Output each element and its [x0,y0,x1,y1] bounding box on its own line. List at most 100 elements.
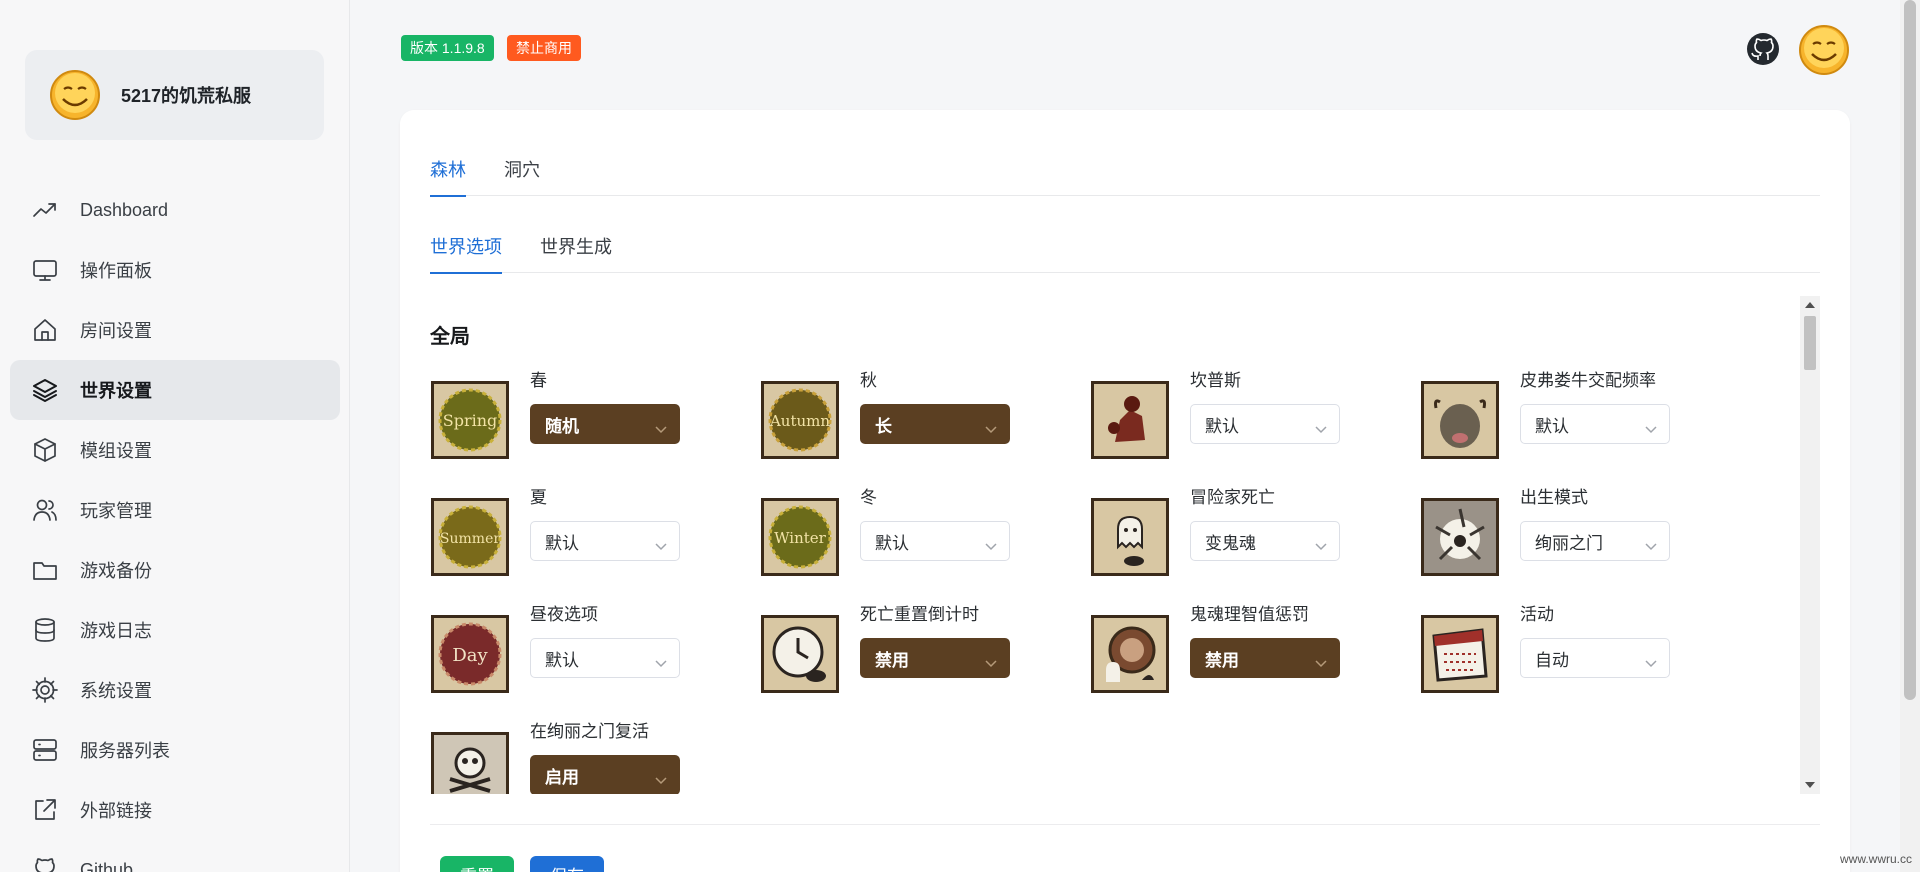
setting-ghost-sanity-penalty: 鬼魂理智值惩罚 禁用 [1090,600,1410,700]
setting-select[interactable]: 绚丽之门 [1520,521,1670,561]
svg-text:Winter: Winter [774,529,827,547]
setting-label: 活动 [1520,605,1554,624]
chevron-down-icon [655,653,667,668]
scroll-up-icon[interactable] [1805,302,1815,308]
setting-day-night: Day 昼夜选项 默认 [430,600,750,700]
scroll-down-icon[interactable] [1805,782,1815,788]
setting-label: 夏 [530,488,547,507]
page-scrollbar[interactable] [1900,0,1920,872]
tab-forest[interactable]: 森林 [430,148,466,197]
sidebar-item-mod-settings[interactable]: 模组设置 [10,420,340,480]
section-title: 全局 [430,326,470,348]
sidebar-item-github[interactable]: Github [10,840,340,872]
chevron-down-icon [655,536,667,551]
smiley-logo-icon [50,70,100,120]
settings-scroll-area[interactable]: 全局 Spring 春 随机 Autumn 秋 长 坎普斯 默认 皮弗娄牛交配频… [430,296,1820,794]
option-tabs: 世界选项 世界生成 [430,225,1820,274]
setting-label: 春 [530,371,547,390]
beefalo-icon [1421,381,1499,459]
chevron-down-icon [1645,536,1657,551]
portal-icon [1421,498,1499,576]
setting-revive-at-portal: 在绚丽之门复活 启用 [430,717,750,794]
setting-label: 秋 [860,371,877,390]
setting-events: 活动 自动 [1420,600,1740,700]
tab-world-options[interactable]: 世界选项 [430,225,502,274]
sidebar-item-label: 玩家管理 [80,501,152,521]
non-commercial-badge: 禁止商用 [507,35,581,61]
sidebar-item-server-list[interactable]: 服务器列表 [10,720,340,780]
settings-scrollbar[interactable] [1800,296,1820,794]
setting-select[interactable]: 默认 [530,638,680,678]
external-link-icon [30,795,60,825]
winter-icon: Winter [761,498,839,576]
spring-icon: Spring [431,381,509,459]
setting-death-reset-timer: 死亡重置倒计时 禁用 [760,600,1080,700]
sidebar-item-external-links[interactable]: 外部链接 [10,780,340,840]
chevron-down-icon [1315,419,1327,434]
sidebar-item-dashboard[interactable]: Dashboard [10,180,340,240]
chevron-down-icon [985,419,997,434]
setting-select[interactable]: 自动 [1520,638,1670,678]
setting-select[interactable]: 默认 [1190,404,1340,444]
sidebar-item-world-settings[interactable]: 世界设置 [10,360,340,420]
monitor-icon [30,255,60,285]
setting-label: 死亡重置倒计时 [860,605,979,624]
folder-icon [30,555,60,585]
chevron-down-icon [985,653,997,668]
tab-world-generation[interactable]: 世界生成 [540,225,612,273]
sidebar-item-room-settings[interactable]: 房间设置 [10,300,340,360]
chevron-down-icon [655,419,667,434]
gear-icon [30,675,60,705]
version-badge: 版本 1.1.9.8 [401,35,494,61]
github-icon[interactable] [1746,32,1780,66]
page-scrollbar-thumb[interactable] [1904,0,1916,700]
setting-select[interactable]: 默认 [530,521,680,561]
svg-text:Autumn: Autumn [769,412,830,430]
setting-select[interactable]: 启用 [530,755,680,794]
sidebar-item-label: 房间设置 [80,321,152,341]
sidebar-item-game-logs[interactable]: 游戏日志 [10,600,340,660]
sidebar-item-label: 模组设置 [80,441,152,461]
svg-text:Day: Day [452,645,488,666]
chevron-down-icon [1645,653,1657,668]
calendar-icon [1421,615,1499,693]
divider [430,824,1820,825]
setting-select[interactable]: 禁用 [860,638,1010,678]
home-icon [30,315,60,345]
setting-select[interactable]: 默认 [860,521,1010,561]
svg-text:Summer: Summer [440,531,500,547]
setting-winter: Winter 冬 默认 [760,483,1080,583]
clock-icon [761,615,839,693]
save-button[interactable]: 保存 [530,856,604,872]
reset-button[interactable]: 重置 [440,856,514,872]
tab-caves[interactable]: 洞穴 [504,148,540,196]
setting-label: 鬼魂理智值惩罚 [1190,605,1309,624]
world-tabs: 森林 洞穴 [430,148,1820,197]
scrollbar-thumb[interactable] [1804,316,1816,370]
setting-select[interactable]: 长 [860,404,1010,444]
sidebar-item-label: Dashboard [80,199,169,220]
krampus-icon [1091,381,1169,459]
setting-label: 冬 [860,488,877,507]
sidebar-item-game-backup[interactable]: 游戏备份 [10,540,340,600]
sidebar: 5217的饥荒私服 Dashboard 操作面板 房间设置 世界设置 模组设置 … [0,0,350,872]
setting-label: 出生模式 [1520,488,1588,507]
setting-select[interactable]: 默认 [1520,404,1670,444]
setting-select[interactable]: 禁用 [1190,638,1340,678]
brand-card[interactable]: 5217的饥荒私服 [25,50,324,140]
sidebar-item-label: 外部链接 [80,801,152,821]
setting-label: 冒险家死亡 [1190,488,1275,507]
sidebar-item-control-panel[interactable]: 操作面板 [10,240,340,300]
setting-select[interactable]: 随机 [530,404,680,444]
sidebar-item-system-settings[interactable]: 系统设置 [10,660,340,720]
sidebar-item-label: 系统设置 [80,681,152,701]
layers-icon [30,375,60,405]
setting-select[interactable]: 变鬼魂 [1190,521,1340,561]
setting-krampus: 坎普斯 默认 [1090,366,1410,466]
sidebar-item-player-management[interactable]: 玩家管理 [10,480,340,540]
chevron-down-icon [1315,653,1327,668]
chevron-down-icon [1645,419,1657,434]
avatar[interactable] [1798,24,1850,76]
skull-icon [431,732,509,794]
setting-adventurer-death: 冒险家死亡 变鬼魂 [1090,483,1410,583]
